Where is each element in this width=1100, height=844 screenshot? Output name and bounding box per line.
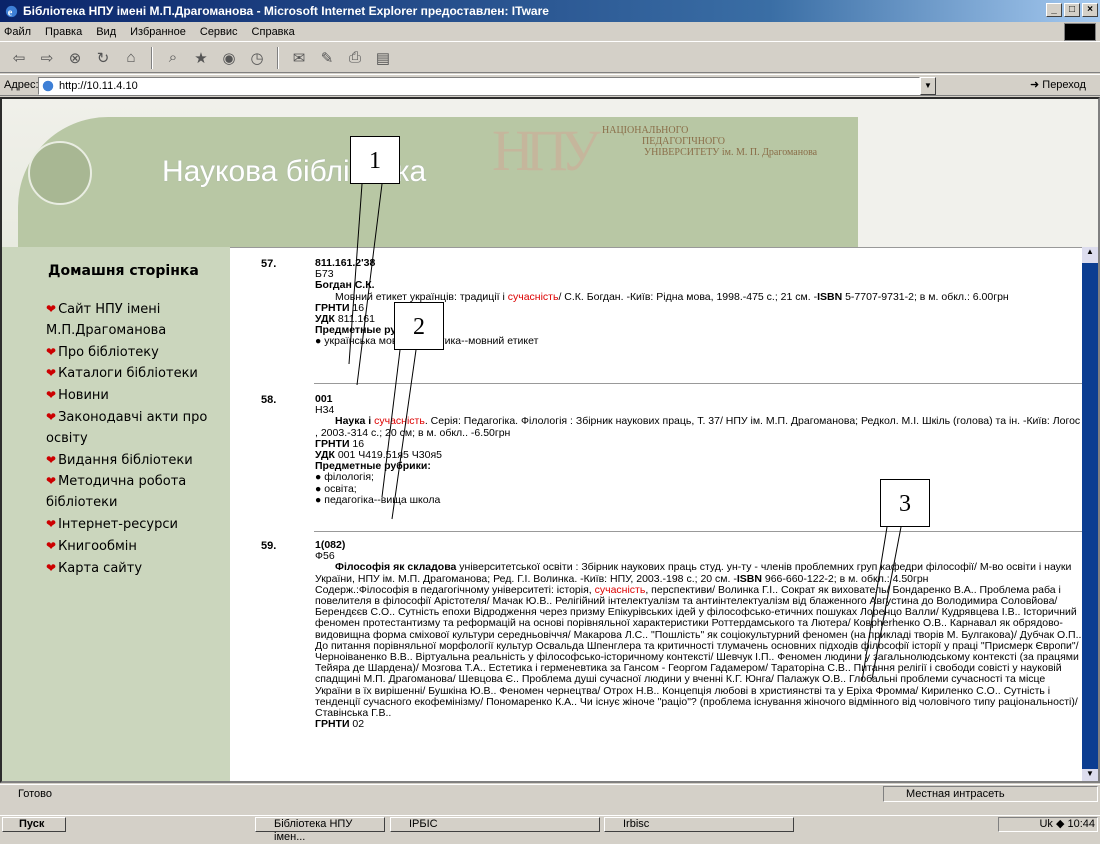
favorites-icon[interactable]: ★ — [190, 47, 212, 69]
address-bar: Адрес: http://10.11.4.10 ▼ ➜ Переход — [0, 74, 1100, 96]
status-bar: Готово Местная интрасеть — [0, 784, 1100, 802]
menu-bar: Файл Правка Вид Избранное Сервис Справка — [0, 22, 1100, 42]
notepad-icon[interactable]: ▤ — [372, 47, 394, 69]
home-icon[interactable]: ⌂ — [120, 47, 142, 69]
refresh-icon[interactable]: ↻ — [92, 47, 114, 69]
menu-help[interactable]: Справка — [252, 26, 295, 38]
chevron-down-icon[interactable]: ▼ — [920, 77, 936, 95]
print-icon[interactable]: ⎙ — [344, 47, 366, 69]
page-icon — [42, 80, 54, 92]
toolbar: ⇦ ⇨ ⊗ ↻ ⌂ ⌕ ★ ◉ ◷ ✉ ✎ ⎙ ▤ — [0, 43, 1100, 73]
task-browser[interactable]: Бібліотека НПУ імен... — [255, 817, 385, 843]
address-url: http://10.11.4.10 — [59, 80, 138, 92]
maximize-button[interactable]: □ — [1064, 3, 1080, 17]
address-label: Адрес: — [4, 79, 39, 91]
window-title: Бібліотека НПУ імені М.П.Драгоманова - M… — [23, 4, 549, 18]
menu-tools[interactable]: Сервис — [200, 26, 238, 38]
task-irbis[interactable]: IРБІС — [390, 817, 600, 832]
mail-icon[interactable]: ✉ — [288, 47, 310, 69]
menu-file[interactable]: Файл — [4, 26, 31, 38]
page-content: Наукова бібліотека НПУ НАЦІОНАЛЬНОГО ПЕД… — [0, 97, 1100, 783]
minimize-button[interactable]: _ — [1046, 3, 1062, 17]
stop-icon[interactable]: ⊗ — [64, 47, 86, 69]
system-tray: Uk ◆ 10:44 — [998, 817, 1098, 832]
zone-indicator: Местная интрасеть — [883, 786, 1098, 802]
windows-logo-icon — [1064, 23, 1096, 41]
address-input[interactable]: http://10.11.4.10 — [38, 77, 920, 95]
callout-lines — [348, 183, 902, 682]
menu-view[interactable]: Вид — [96, 26, 116, 38]
svg-text:e: e — [8, 7, 13, 18]
close-button[interactable]: × — [1082, 3, 1098, 17]
start-button[interactable]: Пуск — [2, 816, 66, 832]
ie-icon: e — [5, 5, 18, 18]
go-button[interactable]: ➜ Переход — [1030, 78, 1086, 91]
history-icon[interactable]: ◷ — [246, 47, 268, 69]
status-text: Готово — [18, 787, 52, 800]
menu-favorites[interactable]: Избранное — [130, 26, 186, 38]
search-icon[interactable]: ⌕ — [162, 47, 184, 69]
taskbar: Пуск Бібліотека НПУ імен... IРБІС Irbisc… — [0, 815, 1100, 843]
back-icon[interactable]: ⇦ — [8, 47, 30, 69]
menu-edit[interactable]: Правка — [45, 26, 82, 38]
forward-icon[interactable]: ⇨ — [36, 47, 58, 69]
media-icon[interactable]: ◉ — [218, 47, 240, 69]
go-label: Переход — [1042, 79, 1086, 91]
browser-window: e Бібліотека НПУ імені М.П.Драгоманова -… — [0, 0, 1100, 843]
edit-icon[interactable]: ✎ — [316, 47, 338, 69]
title-bar: e Бібліотека НПУ імені М.П.Драгоманова -… — [0, 0, 1100, 22]
task-irbisc[interactable]: Irbisc — [604, 817, 794, 832]
